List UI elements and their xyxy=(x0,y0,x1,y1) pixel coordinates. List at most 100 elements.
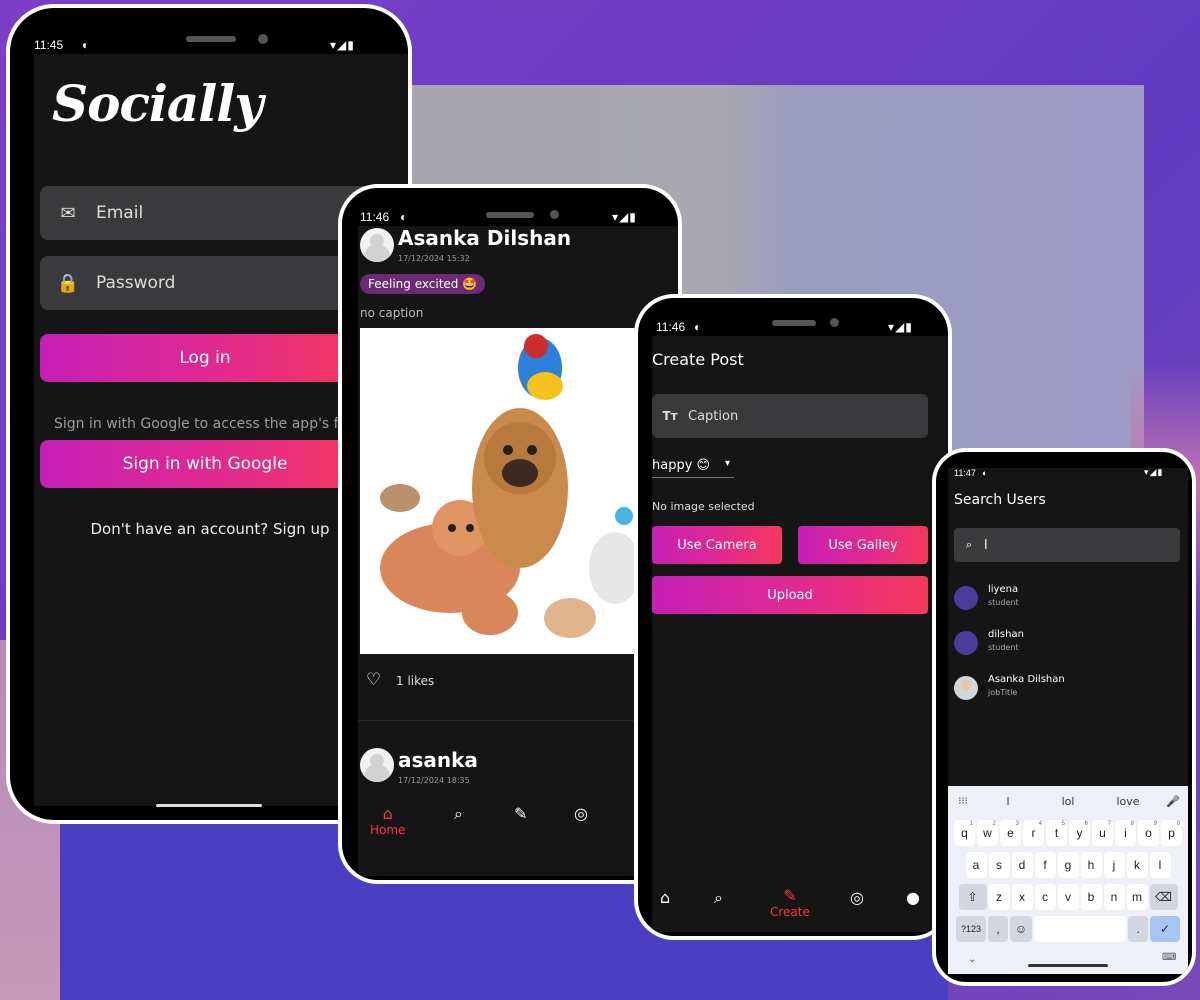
status-indicator-icon: ◐ xyxy=(400,210,408,224)
key-g[interactable]: g xyxy=(1057,852,1079,878)
nav-explore[interactable]: ◎ xyxy=(574,804,588,823)
list-item[interactable]: liyena student xyxy=(954,582,1174,614)
key-hint: 4 xyxy=(1038,821,1042,827)
key-k[interactable]: k xyxy=(1126,852,1148,878)
key-x[interactable]: x xyxy=(1011,884,1033,910)
key-i[interactable]: i8 xyxy=(1115,820,1136,846)
key-letter: r xyxy=(1031,826,1036,840)
key-j[interactable]: j xyxy=(1103,852,1125,878)
nav-home-label: Home xyxy=(370,823,406,837)
google-signin-button[interactable]: Sign in with Google xyxy=(40,440,370,488)
key-n[interactable]: n xyxy=(1103,884,1125,910)
comma-key[interactable]: , xyxy=(988,916,1008,942)
key-letter: y xyxy=(1076,826,1083,840)
nav-create[interactable]: ✎ Create xyxy=(770,886,810,919)
user-role: jobTitle xyxy=(988,688,1018,697)
nav-search[interactable]: ⌕ xyxy=(454,804,463,824)
key-w[interactable]: w2 xyxy=(977,820,998,846)
key-letter: e xyxy=(1007,826,1014,840)
key-o[interactable]: o9 xyxy=(1138,820,1159,846)
shift-key-icon[interactable]: ⇧ xyxy=(958,884,987,910)
key-q[interactable]: q1 xyxy=(954,820,975,846)
period-key[interactable]: . xyxy=(1128,916,1148,942)
password-field[interactable]: 🔒 Password xyxy=(40,256,370,310)
suggestion[interactable]: lol xyxy=(1038,795,1098,808)
key-e[interactable]: e3 xyxy=(1000,820,1021,846)
key-a[interactable]: a xyxy=(965,852,987,878)
space-key[interactable] xyxy=(1034,916,1126,942)
avatar[interactable] xyxy=(360,748,394,782)
page-title: Search Users xyxy=(954,492,1046,508)
nav-home[interactable]: ⌂ Home xyxy=(370,804,405,837)
key-letter: d xyxy=(1018,858,1026,872)
key-l[interactable]: l xyxy=(1149,852,1171,878)
key-h[interactable]: h xyxy=(1080,852,1102,878)
use-camera-button[interactable]: Use Camera xyxy=(652,526,782,564)
list-item[interactable]: dilshan student xyxy=(954,627,1174,659)
user-name: Asanka Dilshan xyxy=(988,674,1065,685)
caption-input[interactable]: Tт Caption xyxy=(652,394,928,438)
login-button[interactable]: Log in xyxy=(40,334,370,382)
keyboard-hide-icon[interactable]: ⌄ xyxy=(968,954,976,965)
key-v[interactable]: v xyxy=(1057,884,1079,910)
nav-explore[interactable]: ◎ xyxy=(850,888,864,907)
key-f[interactable]: f xyxy=(1034,852,1056,878)
post-author[interactable]: Asanka Dilshan xyxy=(398,226,571,250)
key-letter: n xyxy=(1110,890,1118,904)
apps-grid-icon[interactable]: ⁝⁝⁝ xyxy=(948,796,978,807)
caption-placeholder: Caption xyxy=(688,408,739,424)
pencil-icon: ✎ xyxy=(783,886,797,905)
search-input[interactable]: ⌕ l xyxy=(954,528,1180,562)
nav-create[interactable]: ✎ xyxy=(514,804,527,823)
compass-icon: ◎ xyxy=(574,804,588,823)
key-letter: c xyxy=(1042,890,1048,904)
feed-screen: Asanka Dilshan 17/12/2024 15:32 Feeling … xyxy=(358,226,678,876)
suggestion[interactable]: l xyxy=(978,795,1038,808)
key-y[interactable]: y6 xyxy=(1069,820,1090,846)
symbols-key[interactable]: ?123 xyxy=(956,916,986,942)
key-z[interactable]: z xyxy=(988,884,1010,910)
key-s[interactable]: s xyxy=(988,852,1010,878)
key-d[interactable]: d xyxy=(1011,852,1033,878)
like-heart-icon[interactable]: ♡ xyxy=(366,670,381,690)
key-m[interactable]: m xyxy=(1126,884,1148,910)
key-c[interactable]: c xyxy=(1034,884,1056,910)
key-row-3-letters: z x c v b nm xyxy=(988,884,1148,910)
search-query: l xyxy=(984,537,988,553)
email-field[interactable]: ✉ Email xyxy=(40,186,370,240)
nav-profile[interactable]: ● xyxy=(906,888,920,907)
nav-home[interactable]: ⌂ xyxy=(660,888,670,907)
key-letter: z xyxy=(996,890,1002,904)
emoji-key-icon[interactable]: ☺ xyxy=(1010,916,1032,942)
key-letter: s xyxy=(996,858,1002,872)
signup-link[interactable]: Don't have an account? Sign up xyxy=(34,520,386,538)
status-indicator-icon: ◐ xyxy=(982,468,988,478)
search-icon: ⌕ xyxy=(454,804,463,823)
mood-dropdown[interactable]: happy 😊 ▾ xyxy=(652,458,734,478)
upload-button[interactable]: Upload xyxy=(652,576,928,614)
key-b[interactable]: b xyxy=(1080,884,1102,910)
key-t[interactable]: t5 xyxy=(1046,820,1067,846)
enter-check-icon[interactable]: ✓ xyxy=(1150,916,1180,942)
key-letter: j xyxy=(1112,858,1116,872)
keyboard-switch-icon[interactable]: ⌨ xyxy=(1162,952,1176,963)
key-hint: 0 xyxy=(1176,821,1180,827)
key-letter: b xyxy=(1087,890,1095,904)
key-p[interactable]: p0 xyxy=(1161,820,1182,846)
suggestion[interactable]: love xyxy=(1098,795,1158,808)
avatar[interactable] xyxy=(360,228,394,262)
post-image[interactable] xyxy=(360,328,636,654)
suggestion-bar: ⁝⁝⁝ l lol love 🎤 xyxy=(948,786,1188,816)
app-logo: Socially xyxy=(52,74,263,133)
use-gallery-button[interactable]: Use Galley xyxy=(798,526,928,564)
post-author[interactable]: asanka xyxy=(398,748,478,772)
list-item[interactable]: Asanka Dilshan jobTitle xyxy=(954,672,1174,704)
backspace-key-icon[interactable]: ⌫ xyxy=(1149,884,1178,910)
key-u[interactable]: u7 xyxy=(1092,820,1113,846)
user-role: student xyxy=(988,643,1019,652)
nav-search[interactable]: ⌕ xyxy=(714,888,723,908)
microphone-icon[interactable]: 🎤 xyxy=(1158,795,1188,808)
search-users-screen: 11:47 ◐ ▾◢▮ Search Users ⌕ l liyena stud… xyxy=(948,468,1188,974)
key-r[interactable]: r4 xyxy=(1023,820,1044,846)
google-hint: Sign in with Google to access the app's … xyxy=(54,416,362,432)
